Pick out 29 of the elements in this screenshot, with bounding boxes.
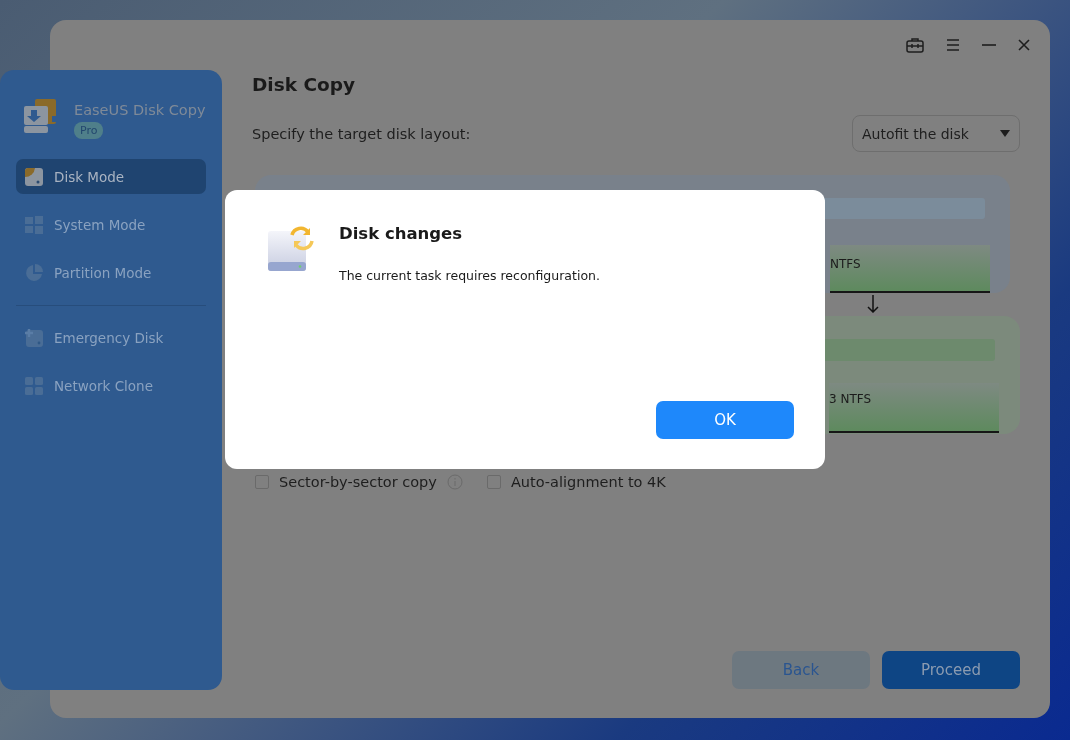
layout-label: Specify the target disk layout:	[252, 125, 471, 142]
pie-chart-icon	[24, 262, 44, 283]
sidebar-item[interactable]: Disk Mode	[16, 159, 206, 194]
grid-icon	[24, 375, 44, 396]
page-title: Disk Copy	[252, 74, 357, 95]
dialog-title: Disk changes	[339, 224, 464, 243]
back-button[interactable]: Back	[732, 651, 870, 689]
caret-icon	[1000, 130, 1010, 137]
option-label: Auto-alignment to 4K	[510, 474, 666, 490]
sidebar-item[interactable]: System Mode	[16, 207, 206, 242]
ok-button[interactable]: OK	[656, 401, 794, 439]
dialog-message: The current task requires reconfiguration.	[339, 268, 601, 283]
close-icon[interactable]	[1018, 39, 1030, 51]
windows-icon	[24, 214, 44, 235]
app-name: EaseUS Disk Copy	[74, 102, 206, 118]
proceed-button[interactable]: Proceed	[882, 651, 1020, 689]
option-label: Sector-by-sector copy	[279, 474, 437, 490]
sidebar-item[interactable]: Emergency Disk	[16, 320, 206, 355]
disk-sync-icon	[267, 223, 317, 273]
sidebar-item[interactable]: Network Clone	[16, 368, 206, 403]
menu-icon[interactable]	[946, 39, 960, 51]
layout-dropdown[interactable]: Autofit the disk	[852, 115, 1020, 152]
down-arrow-icon	[867, 295, 879, 313]
partition-label: 3 NTFS	[829, 383, 999, 433]
partition-label: NTFS	[830, 245, 990, 293]
pro-badge: Pro	[74, 122, 104, 139]
toolbox-icon[interactable]	[906, 37, 924, 53]
sidebar-item[interactable]: Partition Mode	[16, 255, 206, 290]
minimize-icon[interactable]	[982, 44, 996, 46]
